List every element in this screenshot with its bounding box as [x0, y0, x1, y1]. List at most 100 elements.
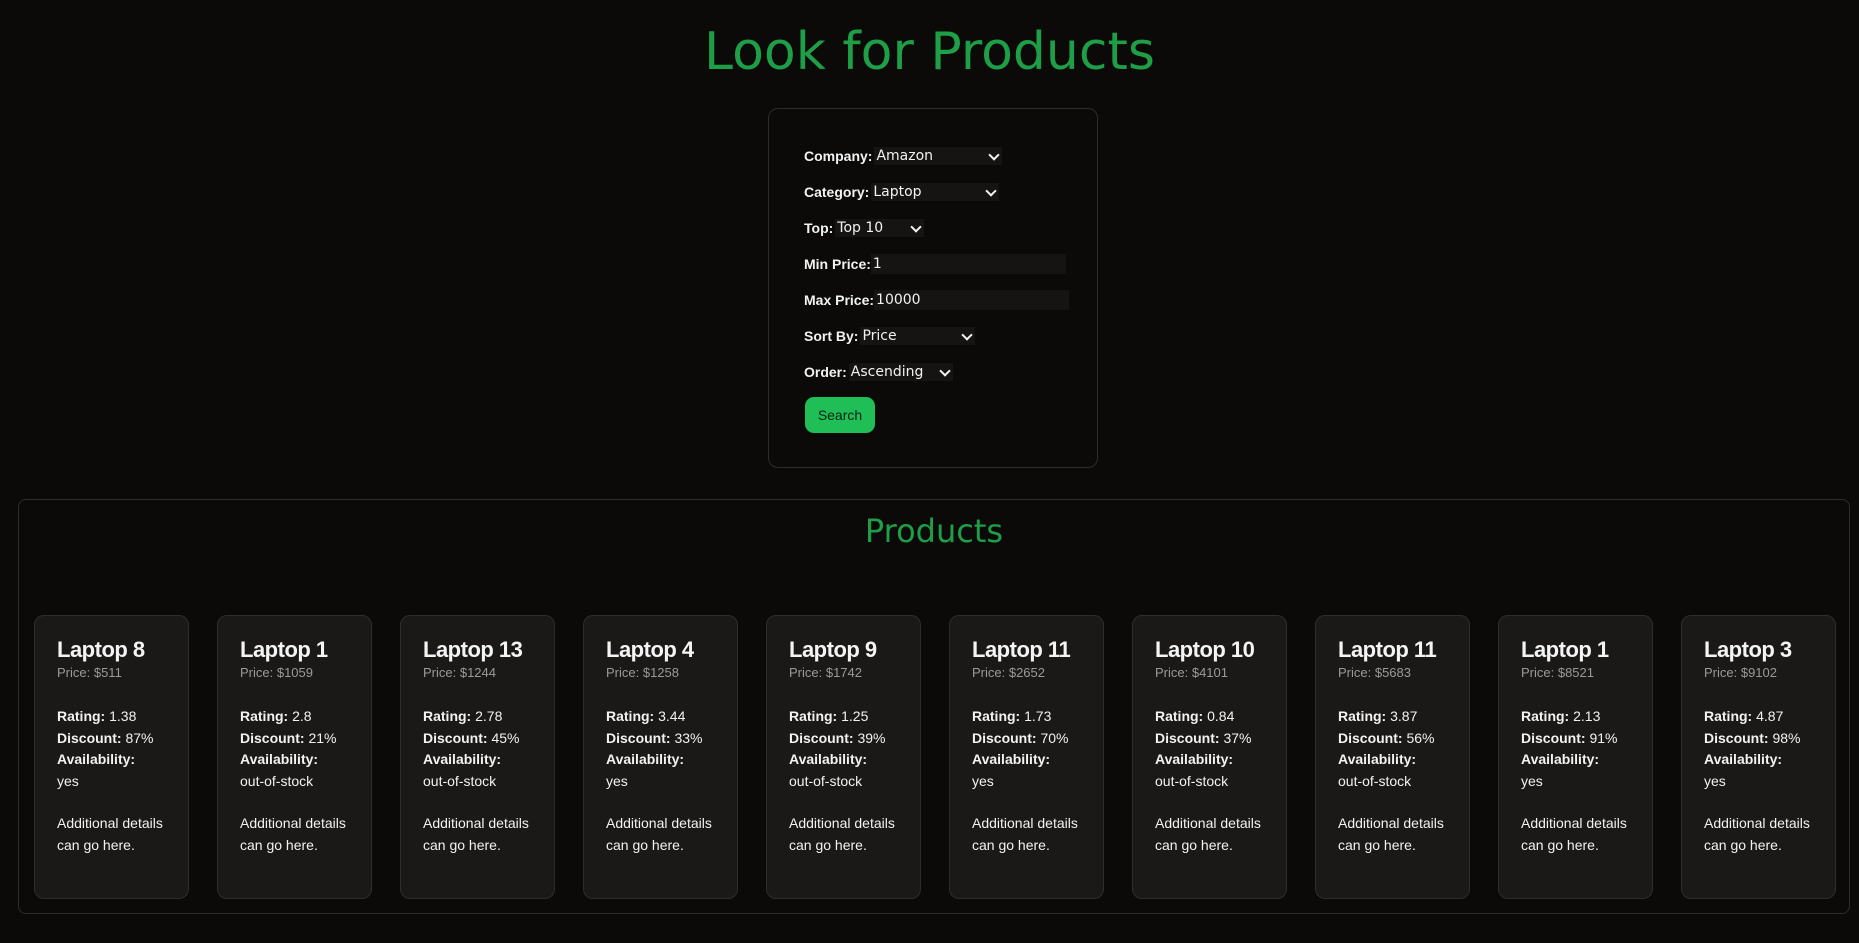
product-price: Price: $4101 — [1155, 665, 1228, 680]
product-rating: Rating: 1.73 — [972, 706, 1093, 728]
discount-value: 45% — [491, 729, 520, 746]
category-select[interactable]: Laptop — [871, 183, 1000, 201]
rating-value: 1.73 — [1024, 708, 1052, 724]
product-availability-label: Availability: — [1704, 749, 1825, 771]
discount-label: Discount: — [1521, 729, 1586, 746]
product-discount: Discount: 37% — [1155, 728, 1276, 750]
rating-label: Rating: — [1704, 708, 1753, 724]
product-card: Laptop 1 Price: $1059 Rating: 2.8 Discou… — [217, 615, 372, 899]
discount-label: Discount: — [57, 729, 122, 746]
rating-label: Rating: — [57, 708, 106, 724]
product-name: Laptop 1 — [1521, 637, 1609, 662]
product-discount: Discount: 39% — [789, 728, 910, 750]
product-rating: Rating: 0.84 — [1155, 706, 1276, 728]
rating-label: Rating: — [240, 708, 289, 724]
discount-value: 56% — [1406, 729, 1435, 746]
product-price: Price: $5683 — [1338, 665, 1411, 680]
rating-value: 2.78 — [475, 708, 503, 724]
order-label: Order: — [804, 364, 847, 380]
rating-label: Rating: — [606, 708, 655, 724]
product-name: Laptop 1 — [240, 637, 328, 662]
availability-value: out-of-stock — [1155, 772, 1229, 789]
rating-label: Rating: — [423, 708, 472, 724]
discount-label: Discount: — [972, 729, 1037, 746]
top-label: Top: — [804, 220, 834, 236]
availability-label: Availability: — [789, 751, 868, 767]
order-select[interactable]: Ascending — [848, 363, 953, 381]
product-rating: Rating: 1.38 — [57, 706, 178, 728]
availability-label: Availability: — [57, 751, 136, 767]
product-details: Additional details can go here. — [972, 815, 1078, 853]
product-discount: Discount: 70% — [972, 728, 1093, 750]
min-price-row: Min Price: 1 — [804, 253, 1066, 275]
product-name: Laptop 9 — [789, 637, 877, 662]
top-select[interactable]: Top 10 — [835, 219, 925, 237]
max-price-label: Max Price: — [804, 292, 875, 308]
product-discount: Discount: 87% — [57, 728, 178, 750]
product-details: Additional details can go here. — [1155, 815, 1261, 853]
availability-label: Availability: — [1338, 751, 1417, 767]
product-details: Additional details can go here. — [1338, 815, 1444, 853]
rating-label: Rating: — [1338, 708, 1387, 724]
product-details: Additional details can go here. — [606, 815, 712, 853]
rating-label: Rating: — [789, 708, 838, 724]
company-select-value: Amazon — [876, 148, 934, 164]
product-price: Price: $1742 — [789, 665, 862, 680]
product-name: Laptop 10 — [1155, 637, 1255, 662]
rating-label: Rating: — [972, 708, 1021, 724]
discount-value: 98% — [1772, 729, 1801, 746]
product-availability-label: Availability: — [789, 749, 910, 771]
availability-label: Availability: — [240, 751, 319, 767]
product-name: Laptop 8 — [57, 637, 145, 662]
product-availability-label: Availability: — [240, 749, 361, 771]
availability-value: out-of-stock — [789, 772, 863, 789]
product-availability-label: Availability: — [1521, 749, 1642, 771]
availability-label: Availability: — [1155, 751, 1234, 767]
product-card: Laptop 13 Price: $1244 Rating: 2.78 Disc… — [400, 615, 555, 899]
product-details: Additional details can go here. — [57, 815, 163, 853]
availability-value: out-of-stock — [1338, 772, 1412, 789]
availability-label: Availability: — [423, 751, 502, 767]
product-discount: Discount: 33% — [606, 728, 727, 750]
availability-label: Availability: — [1521, 751, 1600, 767]
company-select[interactable]: Amazon — [874, 147, 1003, 165]
product-rating: Rating: 2.78 — [423, 706, 544, 728]
category-select-value: Laptop — [873, 184, 922, 200]
rating-value: 1.38 — [109, 708, 137, 724]
order-row: Order: Ascending — [804, 361, 953, 383]
max-price-input[interactable]: 10000 — [874, 290, 1070, 310]
product-name: Laptop 13 — [423, 637, 523, 662]
availability-label: Availability: — [1704, 751, 1783, 767]
discount-value: 39% — [857, 729, 886, 746]
product-name: Laptop 11 — [1338, 637, 1437, 662]
discount-label: Discount: — [240, 729, 305, 746]
product-availability-label: Availability: — [1155, 749, 1276, 771]
product-details: Additional details can go here. — [1704, 815, 1810, 853]
search-button[interactable]: Search — [805, 397, 875, 433]
product-price: Price: $8521 — [1521, 665, 1594, 680]
rating-value: 3.87 — [1390, 708, 1418, 724]
product-price: Price: $1244 — [423, 665, 496, 680]
product-rating: Rating: 2.8 — [240, 706, 361, 728]
product-rating: Rating: 3.44 — [606, 706, 727, 728]
chevron-down-icon — [961, 329, 974, 341]
company-row: Company: Amazon — [804, 145, 1003, 167]
product-card: Laptop 4 Price: $1258 Rating: 3.44 Disco… — [583, 615, 738, 899]
product-rating: Rating: 2.13 — [1521, 706, 1642, 728]
discount-label: Discount: — [606, 729, 671, 746]
discount-value: 70% — [1040, 729, 1069, 746]
discount-label: Discount: — [789, 729, 854, 746]
sort-by-select[interactable]: Price — [860, 327, 976, 345]
product-price: Price: $2652 — [972, 665, 1045, 680]
product-discount: Discount: 45% — [423, 728, 544, 750]
search-form: Company: Amazon Category: Laptop Top: To… — [768, 108, 1098, 468]
min-price-input[interactable]: 1 — [870, 254, 1066, 274]
product-availability-label: Availability: — [972, 749, 1093, 771]
max-price-row: Max Price: 10000 — [804, 289, 1070, 311]
product-card: Laptop 11 Price: $5683 Rating: 3.87 Disc… — [1315, 615, 1470, 899]
chevron-down-icon — [939, 365, 951, 377]
product-discount: Discount: 91% — [1521, 728, 1642, 750]
product-price: Price: $511 — [57, 665, 122, 680]
product-card: Laptop 11 Price: $2652 Rating: 1.73 Disc… — [949, 615, 1104, 899]
product-details: Additional details can go here. — [789, 815, 895, 853]
